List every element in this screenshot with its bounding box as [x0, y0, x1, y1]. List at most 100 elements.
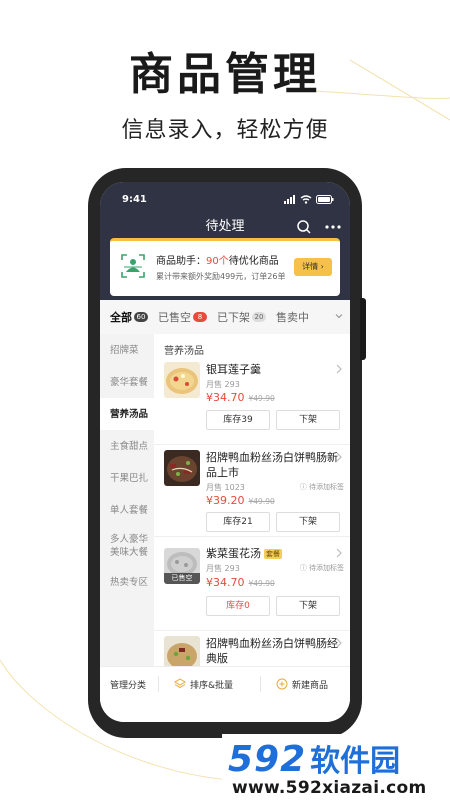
- original-price: ¥49.90: [248, 579, 275, 588]
- watermark-logo: 592 软件园 www.592xiazai.com: [222, 734, 450, 800]
- stock-button[interactable]: 库存39: [206, 410, 270, 430]
- wifi-icon: [300, 194, 312, 204]
- chevron-right-icon: [336, 548, 342, 558]
- category-item[interactable]: 热卖专区: [100, 566, 154, 598]
- assistant-prefix: 商品助手：: [156, 256, 206, 267]
- chevron-down-icon[interactable]: [334, 311, 344, 321]
- new-product-button[interactable]: 新建商品: [276, 667, 328, 701]
- current-price: ¥39.20: [206, 494, 245, 507]
- divider: [260, 676, 261, 692]
- duck-blood-soup-image: [164, 450, 200, 486]
- product-thumbnail: [164, 450, 200, 486]
- current-price: ¥34.70: [206, 391, 245, 404]
- more-icon[interactable]: [324, 219, 342, 235]
- category-item[interactable]: 单人套餐: [100, 494, 154, 526]
- details-button-label: 详情: [302, 262, 319, 271]
- tab-sold-out[interactable]: 已售空 8: [158, 309, 207, 325]
- chevron-right-icon: ›: [320, 262, 324, 271]
- tab-count-badge: 8: [193, 312, 207, 322]
- assistant-suffix: 待优化商品: [228, 256, 279, 267]
- scan-icon: [121, 254, 145, 278]
- product-name-text: 紫菜蛋花汤: [206, 547, 261, 560]
- sold-out-overlay: 已售空: [164, 573, 200, 584]
- search-icon[interactable]: [296, 219, 312, 235]
- category-item[interactable]: 干果巴扎: [100, 462, 154, 494]
- layers-icon: [174, 678, 186, 689]
- divider: [154, 630, 350, 631]
- nav-bar: 待处理: [100, 216, 350, 238]
- original-price: ¥49.90: [248, 497, 275, 506]
- tab-count-badge: 20: [252, 312, 266, 322]
- tab-on-sale[interactable]: 售卖中: [276, 309, 309, 325]
- current-price: ¥34.70: [206, 576, 245, 589]
- monthly-sales: 月售 1023: [206, 483, 245, 492]
- plus-circle-icon: [276, 678, 288, 690]
- battery-icon: [316, 194, 334, 204]
- product-price: ¥34.70 ¥49.90: [206, 391, 275, 404]
- category-item[interactable]: 多人豪华美味大餐: [100, 526, 154, 566]
- stock-button[interactable]: 库存21: [206, 512, 270, 532]
- phone-side-button: [360, 298, 366, 360]
- product-item[interactable]: 已售空 紫菜蛋花汤 套餐 月售 293 ⓘ 待添加标签 ¥34.70 ¥49.90 …: [154, 546, 350, 624]
- original-price: ¥49.90: [248, 394, 275, 403]
- duck-blood-soup-image: [164, 636, 200, 666]
- divider: [154, 444, 350, 445]
- stock-button[interactable]: 库存0: [206, 596, 270, 616]
- home-indicator-area: [100, 700, 350, 722]
- product-item[interactable]: 银耳莲子羹 月售 293 ¥34.70 ¥49.90 库存39 下架: [154, 362, 350, 438]
- watermark-name: 软件园: [310, 744, 401, 779]
- section-title: 营养汤品: [164, 346, 204, 357]
- watermark-number: 592: [228, 739, 307, 780]
- product-thumbnail: 已售空: [164, 548, 200, 584]
- promo-subline: 信息录入，轻松方便: [121, 118, 329, 143]
- product-name: 紫菜蛋花汤 套餐: [206, 546, 338, 561]
- pending-tag-note: ⓘ 待添加标签: [300, 563, 344, 573]
- new-product-label: 新建商品: [292, 680, 329, 691]
- tab-off-shelf[interactable]: 已下架 20: [217, 309, 266, 325]
- watermark-title: 592 软件园: [228, 736, 400, 780]
- off-shelf-button[interactable]: 下架: [276, 596, 340, 616]
- pending-tag-note: ⓘ 待添加标签: [300, 482, 344, 492]
- pending-tag-label: 待添加标签: [309, 483, 344, 491]
- details-button[interactable]: 详情 ›: [294, 258, 332, 276]
- assistant-card[interactable]: 商品助手：90个待优化商品 累计带来额外奖励499元，订单26单 详情 ›: [110, 238, 340, 296]
- combo-tag: 套餐: [264, 549, 282, 559]
- product-thumbnail: [164, 636, 200, 666]
- nav-title: 待处理: [205, 219, 245, 234]
- status-icons: [284, 194, 334, 204]
- tab-all[interactable]: 全部 60: [110, 309, 148, 325]
- product-price: ¥39.20 ¥49.90: [206, 494, 275, 507]
- status-tabs: 全部 60 已售空 8 已下架 20 售卖中: [100, 300, 350, 334]
- category-item[interactable]: 主食甜点: [100, 430, 154, 462]
- off-shelf-button[interactable]: 下架: [276, 410, 340, 430]
- tab-label: 已售空: [158, 311, 191, 324]
- tab-label: 全部: [110, 311, 132, 324]
- tab-label: 售卖中: [276, 311, 309, 324]
- divider: [154, 536, 350, 537]
- info-icon: ⓘ: [299, 564, 307, 572]
- category-item[interactable]: 豪华套餐: [100, 366, 154, 398]
- chevron-right-icon: [336, 452, 342, 462]
- product-name: 银耳莲子羹: [206, 363, 261, 376]
- pending-tag-label: 待添加标签: [309, 564, 344, 572]
- category-item-active[interactable]: 营养汤品: [100, 398, 154, 430]
- manage-categories-button[interactable]: 管理分类: [110, 667, 146, 701]
- product-price: ¥34.70 ¥49.90: [206, 576, 275, 589]
- product-item[interactable]: 招牌鸭血粉丝汤白饼鸭肠新品上市 月售 1023 ⓘ 待添加标签 ¥39.20 ¥4…: [154, 450, 350, 532]
- chevron-right-icon: [336, 638, 342, 648]
- sort-batch-button[interactable]: 排序&批量: [174, 667, 233, 701]
- assistant-subtitle: 累计带来额外奖励499元，订单26单: [156, 272, 286, 281]
- promo-headline: 商品管理: [129, 49, 321, 100]
- tab-count-badge: 60: [134, 312, 148, 322]
- manage-categories-label: 管理分类: [110, 680, 147, 691]
- off-shelf-button[interactable]: 下架: [276, 512, 340, 532]
- monthly-sales: 月售 293: [206, 564, 240, 573]
- product-list: 营养汤品 银耳莲子羹 月售 293 ¥34.70¥49.90 库存39 下架: [154, 334, 350, 666]
- product-item[interactable]: 招牌鸭血粉丝汤白饼鸭肠经典版: [154, 636, 350, 666]
- top-bar: 9:41 待处理 商品助手：90个待优化商品 累计带来额外奖励499元，订单26…: [100, 182, 350, 300]
- info-icon: ⓘ: [299, 483, 307, 491]
- category-sidebar: 招牌菜 豪华套餐 营养汤品 主食甜点 干果巴扎 单人套餐 多人豪华美味大餐 热卖…: [100, 334, 154, 666]
- product-name: 招牌鸭血粉丝汤白饼鸭肠新品上市: [206, 451, 338, 479]
- category-item[interactable]: 招牌菜: [100, 334, 154, 366]
- signal-icon: [284, 194, 295, 204]
